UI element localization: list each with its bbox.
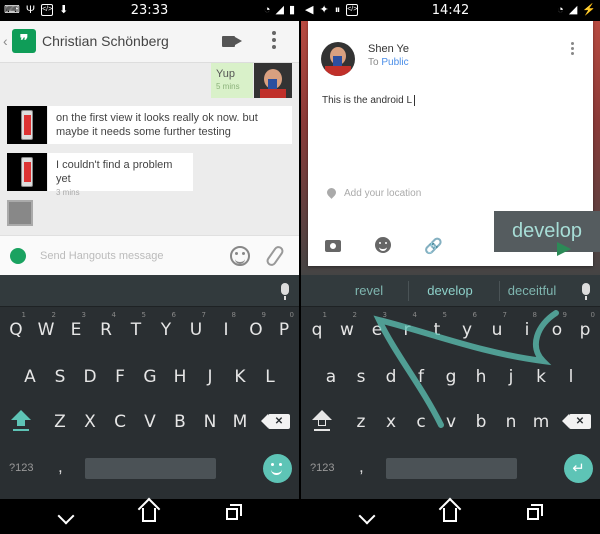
- key-x[interactable]: X: [75, 402, 105, 442]
- hangouts-status-icon: [10, 248, 26, 264]
- key-z[interactable]: Z: [45, 402, 75, 442]
- key-r[interactable]: R4: [91, 310, 121, 350]
- emoji-icon[interactable]: [230, 246, 250, 266]
- nav-recents-icon[interactable]: [226, 504, 242, 520]
- key-c[interactable]: C: [105, 402, 135, 442]
- emoji-icon[interactable]: [375, 237, 391, 253]
- key-l[interactable]: L: [255, 357, 285, 397]
- overflow-menu-icon[interactable]: [272, 31, 276, 51]
- signal-icon: ◢: [568, 4, 578, 16]
- mic-icon[interactable]: [281, 283, 289, 300]
- author-name: Shen Ye: [368, 43, 409, 55]
- key-row-4: ?123 ,: [0, 449, 299, 489]
- shift-key[interactable]: [10, 410, 32, 436]
- key-w[interactable]: W2: [31, 310, 61, 350]
- emoji-key[interactable]: [263, 454, 292, 483]
- key-row-2: A S D F G H J K L: [0, 357, 299, 397]
- camera-icon[interactable]: [325, 240, 341, 252]
- key-s[interactable]: S: [45, 357, 75, 397]
- nav-home-icon[interactable]: [142, 508, 156, 522]
- key-row-1: Q1 W2 E3 R4 T5 Y6 U7 I8 O9 P0: [0, 310, 299, 350]
- suggestion-bar: [0, 275, 299, 307]
- contact-thumbnail: [7, 200, 33, 226]
- send-icon[interactable]: [557, 242, 571, 256]
- nav-home-icon[interactable]: [443, 508, 457, 522]
- attach-icon[interactable]: [264, 244, 286, 268]
- space-key[interactable]: [85, 458, 216, 479]
- battery-charging-icon: ⚡: [582, 4, 596, 16]
- key-m[interactable]: M: [225, 402, 255, 442]
- battery-icon: ▮: [288, 4, 295, 16]
- wifi-icon: ◔: [263, 4, 271, 16]
- overflow-menu-icon[interactable]: [571, 42, 575, 58]
- incoming-message: I couldn't find a problem yet 3 mins: [48, 153, 193, 197]
- key-o[interactable]: O9: [241, 310, 271, 350]
- message-time: 3 mins: [56, 188, 80, 197]
- status-time: 23:33: [130, 3, 169, 18]
- key-n[interactable]: N: [195, 402, 225, 442]
- nav-back-icon[interactable]: [358, 507, 376, 525]
- key-e[interactable]: E3: [61, 310, 91, 350]
- message-time: 5 mins: [216, 82, 240, 91]
- message-input[interactable]: Send Hangouts message: [40, 250, 164, 262]
- key-j[interactable]: J: [195, 357, 225, 397]
- avatar: [321, 42, 355, 76]
- outgoing-message: Yup 5 mins: [211, 63, 253, 98]
- key-b[interactable]: B: [165, 402, 195, 442]
- app-bar: ‹ ❞ Christian Schönberg: [0, 21, 299, 63]
- video-call-icon[interactable]: [222, 36, 242, 47]
- navigation-bar: [301, 499, 600, 534]
- link-icon[interactable]: 🔗: [424, 237, 443, 255]
- signal-icon: ◢: [275, 4, 284, 16]
- key-d[interactable]: D: [75, 357, 105, 397]
- message-composer: Send Hangouts message: [0, 235, 299, 275]
- post-input[interactable]: This is the android L: [322, 95, 415, 106]
- key-v[interactable]: V: [135, 402, 165, 442]
- contact-thumbnail: [7, 153, 47, 191]
- audience-link[interactable]: Public: [381, 57, 408, 68]
- key-q[interactable]: Q1: [1, 310, 31, 350]
- nav-recents-icon[interactable]: [527, 504, 543, 520]
- nav-back-icon[interactable]: [57, 507, 75, 525]
- keyboard: revel develop deceitful q1 w2 e3 r4 t5 y…: [301, 275, 600, 499]
- hangouts-screen: ⌨ Ψ </> ⬇ 23:33 ◔ ◢ ▮ ‹ ❞ Christian Schö…: [0, 0, 299, 534]
- gesture-trail: [373, 310, 559, 428]
- key-i[interactable]: I8: [211, 310, 241, 350]
- message-text: on the first view it looks really ok now…: [56, 112, 258, 138]
- key-a[interactable]: A: [15, 357, 45, 397]
- location-input[interactable]: Add your location: [344, 188, 421, 199]
- hangouts-logo-icon[interactable]: ❞: [12, 29, 36, 53]
- gesture-preview: develop: [494, 211, 600, 252]
- key-u[interactable]: U7: [181, 310, 211, 350]
- avatar: [254, 63, 292, 98]
- navigation-bar: [0, 499, 299, 534]
- status-bar: ⌨ Ψ </> ⬇ 23:33 ◔ ◢ ▮: [0, 0, 299, 21]
- key-f[interactable]: F: [105, 357, 135, 397]
- key-h[interactable]: H: [165, 357, 195, 397]
- key-y[interactable]: Y6: [151, 310, 181, 350]
- key-g[interactable]: G: [135, 357, 165, 397]
- status-time: 14:42: [431, 3, 470, 18]
- key-row-3: Z X C V B N M ✕: [0, 402, 299, 442]
- status-bar: ◀ ✦ ⏸ </> 14:42 ◔ ◢ ⚡: [301, 0, 600, 21]
- conversation: Yup 5 mins on the first view it looks re…: [0, 63, 299, 235]
- message-text: I couldn't find a problem yet: [56, 159, 173, 185]
- contact-name: Christian Schönberg: [42, 33, 169, 49]
- key-k[interactable]: K: [225, 357, 255, 397]
- symbols-key[interactable]: ?123: [9, 462, 33, 474]
- audience-prefix: To: [368, 57, 379, 68]
- comma-key[interactable]: ,: [58, 457, 63, 477]
- wifi-icon: ◔: [557, 4, 564, 16]
- key-t[interactable]: T5: [121, 310, 151, 350]
- contact-thumbnail: [7, 106, 47, 144]
- message-text: Yup: [216, 68, 235, 80]
- location-pin-icon: [325, 186, 338, 199]
- back-chevron-icon[interactable]: ‹: [3, 33, 8, 49]
- backspace-key[interactable]: ✕: [261, 414, 290, 429]
- keyboard: Q1 W2 E3 R4 T5 Y6 U7 I8 O9 P0 A S D F G …: [0, 275, 299, 499]
- google-plus-screen: ◀ ✦ ⏸ </> 14:42 ◔ ◢ ⚡ Shen Ye To Public …: [301, 0, 600, 534]
- audience-line: To Public: [368, 57, 409, 68]
- incoming-message: on the first view it looks really ok now…: [48, 106, 292, 144]
- key-p[interactable]: P0: [269, 310, 299, 350]
